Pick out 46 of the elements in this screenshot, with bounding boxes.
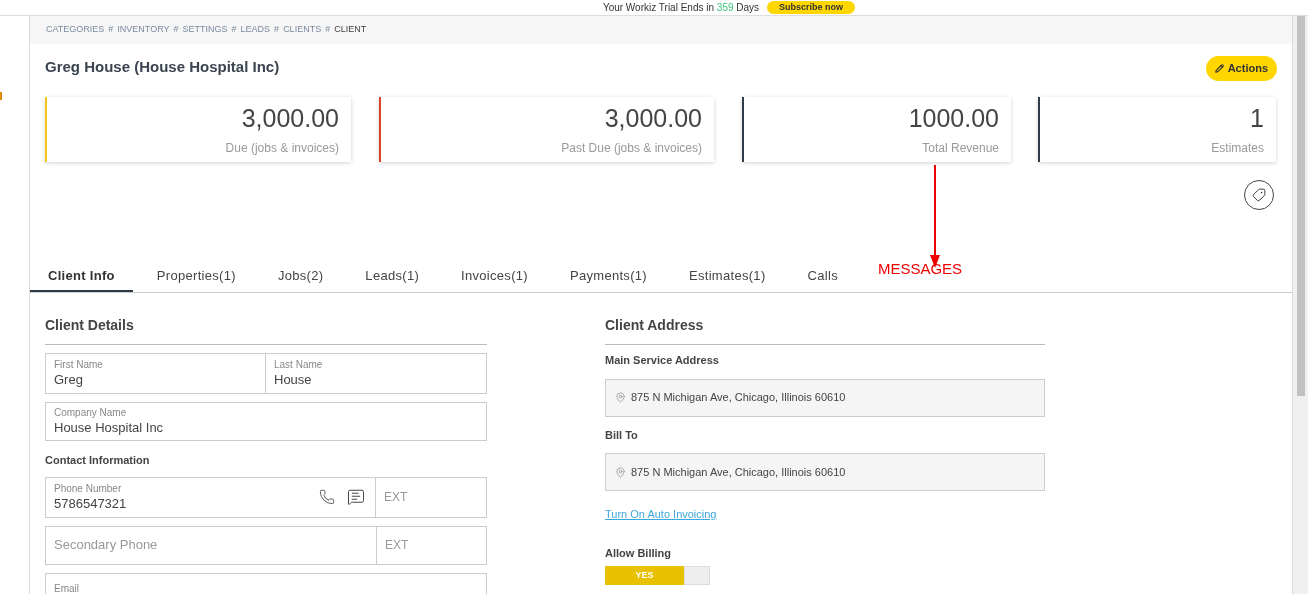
- tab[interactable]: Leads(1): [347, 262, 438, 292]
- summary-label: Past Due (jobs & invoices): [561, 140, 702, 157]
- pencil-icon: [1214, 64, 1224, 73]
- map-pin-icon: [615, 466, 626, 478]
- breadcrumb-separator: #: [173, 23, 179, 37]
- breadcrumb-separator: #: [108, 23, 114, 37]
- tab[interactable]: Client Info: [30, 262, 133, 292]
- ext-field[interactable]: EXT: [376, 525, 487, 565]
- field-caption: Allow Billing: [605, 545, 672, 561]
- summary-label: Estimates: [1211, 140, 1264, 157]
- subscribe-button[interactable]: Subscribe now: [767, 1, 856, 14]
- map-pin-icon: [615, 392, 626, 403]
- summary-label: Total Revenue: [922, 140, 999, 157]
- text-field[interactable]: Company Name House Hospital Inc: [45, 402, 487, 441]
- field-label: Company Name: [54, 407, 128, 419]
- tab[interactable]: Properties(1): [138, 262, 254, 292]
- tab[interactable]: Payments(1): [551, 262, 665, 292]
- breadcrumb-separator: #: [231, 23, 237, 37]
- field-label: Email: [54, 582, 79, 594]
- summary-value: 1: [1250, 103, 1264, 134]
- actions-button[interactable]: Actions: [1205, 56, 1277, 81]
- address-field[interactable]: 875 N Michigan Ave, Chicago, Illinois 60610: [605, 453, 1045, 491]
- sidebar-marker-icon: [0, 92, 2, 100]
- summary-value: 1000.00: [908, 103, 999, 134]
- breadcrumb-separator: #: [325, 23, 331, 37]
- summary-value: 3,000.00: [604, 103, 702, 134]
- summary-value: 3,000.00: [241, 103, 339, 134]
- field-caption: Bill To: [605, 427, 639, 443]
- field-caption: Main Service Address: [605, 353, 720, 368]
- address-field[interactable]: 875 N Michigan Ave, Chicago, Illinois 60610: [605, 378, 1045, 417]
- messages-annotation: MESSAGES: [877, 258, 963, 279]
- tab[interactable]: Jobs(2): [259, 262, 342, 292]
- breadcrumb-separator: #: [274, 23, 280, 37]
- tab[interactable]: Invoices(1): [443, 262, 546, 292]
- tab[interactable]: Calls: [789, 262, 856, 292]
- breadcrumb-link[interactable]: CLIENT: [334, 23, 367, 37]
- section-title: Client Details: [45, 315, 487, 345]
- tab[interactable]: Estimates(1): [670, 262, 784, 292]
- section-title: Client Address: [605, 315, 1045, 345]
- trial-banner-text: Your Workiz Trial Ends in 359 Days: [602, 1, 760, 14]
- secondary-phone-field[interactable]: Secondary Phone: [45, 525, 376, 565]
- summary-label: Due (jobs & invoices): [225, 140, 339, 157]
- section-subtitle: Contact Information: [45, 453, 151, 468]
- email-field[interactable]: Email: [45, 572, 487, 594]
- field-value: House Hospital Inc: [54, 419, 165, 436]
- client-name-title: Greg House (House Hospital Inc): [45, 57, 280, 77]
